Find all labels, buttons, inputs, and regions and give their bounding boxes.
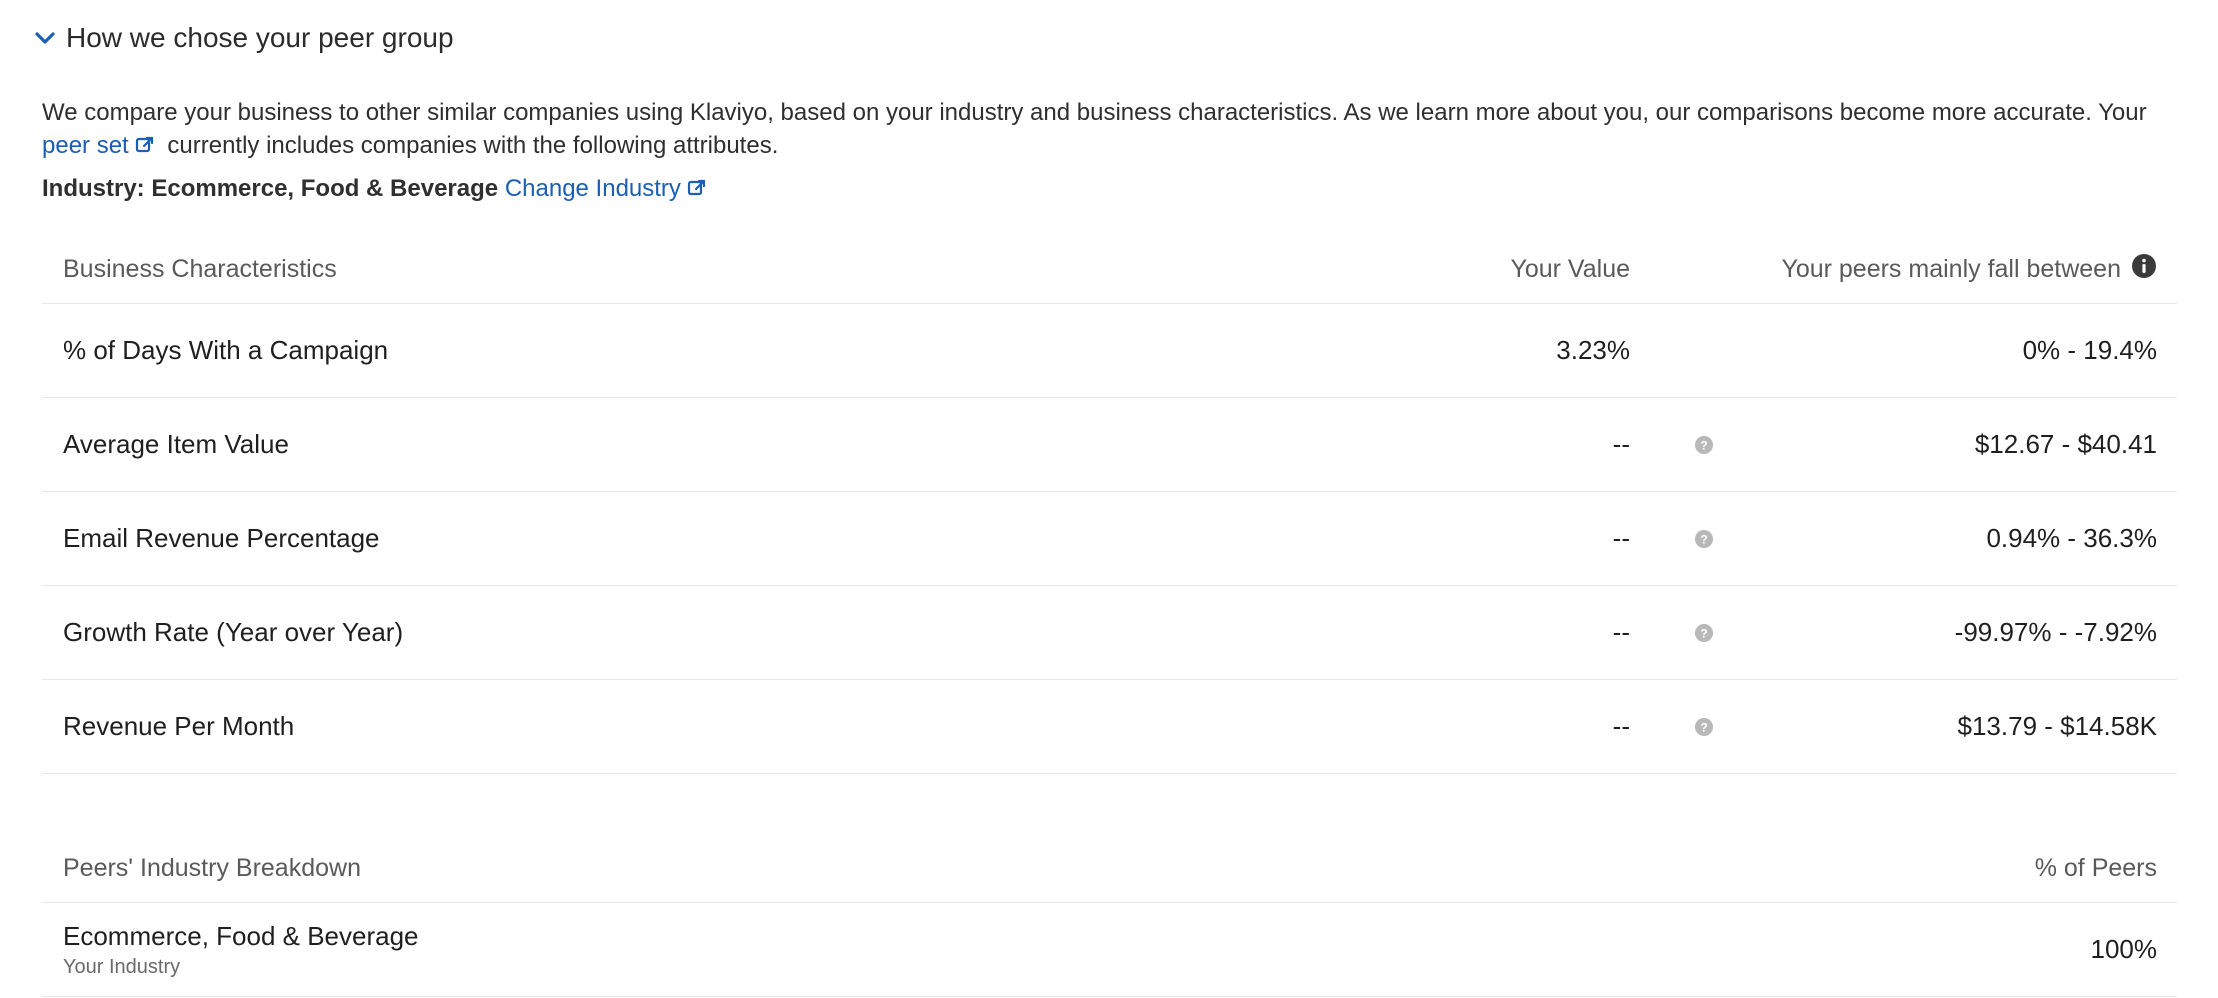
peer-set-link[interactable]: peer set <box>42 132 129 159</box>
table-row: Growth Rate (Year over Year) -- ? -99.97… <box>42 586 2177 680</box>
characteristic-value: -- <box>1612 429 1630 459</box>
table-row: Revenue Per Month -- ? $13.79 - $14.58K <box>42 680 2177 774</box>
table-row: Email Revenue Percentage -- ? 0.94% - 36… <box>42 492 2177 586</box>
external-link-icon[interactable] <box>687 177 707 205</box>
header-industry-breakdown: Peers' Industry Breakdown <box>63 854 361 882</box>
characteristic-value: 3.23% <box>1556 335 1630 365</box>
table-row: Average Item Value -- ? $12.67 - $40.41 <box>42 398 2177 492</box>
characteristic-value: -- <box>1612 617 1630 647</box>
characteristic-name: % of Days With a Campaign <box>63 335 389 365</box>
peer-range: 0% - 19.4% <box>2022 335 2157 365</box>
svg-text:?: ? <box>1700 626 1707 640</box>
table-header: Business Characteristics Your Value Your… <box>42 236 2177 304</box>
table-row: Ecommerce, Food & Beverage Your Industry… <box>42 903 2177 997</box>
industry-name: Ecommerce, Food & Beverage <box>63 920 419 951</box>
table-row: % of Days With a Campaign 3.23% 0% - 19.… <box>42 304 2177 398</box>
info-circle-icon[interactable] <box>2131 253 2157 286</box>
header-your-value: Your Value <box>1510 255 1630 283</box>
characteristic-name: Revenue Per Month <box>63 711 295 741</box>
description-text: We compare your business to other simila… <box>42 99 2147 126</box>
svg-text:?: ? <box>1700 532 1707 546</box>
peer-range: -99.97% - -7.92% <box>1954 617 2157 647</box>
svg-text:?: ? <box>1700 438 1707 452</box>
header-peers-range: Your peers mainly fall between <box>1781 253 2157 286</box>
question-circle-icon[interactable]: ? <box>1694 435 1714 455</box>
chevron-down-icon[interactable] <box>34 27 56 49</box>
question-circle-icon[interactable]: ? <box>1694 529 1714 549</box>
characteristic-value: -- <box>1612 523 1630 553</box>
external-link-icon[interactable] <box>135 131 155 164</box>
peer-group-description: We compare your business to other simila… <box>42 96 2192 164</box>
characteristic-name: Email Revenue Percentage <box>63 523 380 553</box>
characteristic-name: Average Item Value <box>63 429 289 459</box>
svg-text:?: ? <box>1700 720 1707 734</box>
industry-subtext: Your Industry <box>63 955 181 978</box>
section-title: How we chose your peer group <box>66 22 454 53</box>
characteristic-value: -- <box>1612 711 1630 741</box>
business-characteristics-table: Business Characteristics Your Value Your… <box>42 236 2177 774</box>
table-header: Peers' Industry Breakdown % of Peers <box>42 835 2177 903</box>
change-industry-link[interactable]: Change Industry <box>505 175 681 202</box>
industry-line: Industry: Ecommerce, Food & Beverage Cha… <box>42 175 713 205</box>
header-peers-range-label: Your peers mainly fall between <box>1781 255 2121 283</box>
industry-label: Industry: Ecommerce, Food & Beverage <box>42 175 499 202</box>
header-percent-of-peers: % of Peers <box>2034 854 2157 882</box>
peer-group-page: How we chose your peer group We compare … <box>0 0 2218 998</box>
peers-industry-breakdown-table: Peers' Industry Breakdown % of Peers Eco… <box>42 835 2177 997</box>
description-text-end: currently includes companies with the fo… <box>160 132 779 159</box>
peer-range: $12.67 - $40.41 <box>1974 429 2157 459</box>
question-circle-icon[interactable]: ? <box>1694 623 1714 643</box>
characteristic-name: Growth Rate (Year over Year) <box>63 617 404 647</box>
peer-set-link-label: peer set <box>42 132 129 159</box>
peer-group-section-toggle[interactable]: How we chose your peer group <box>34 22 454 54</box>
peer-range: $13.79 - $14.58K <box>1957 711 2158 741</box>
percent-of-peers: 100% <box>2090 934 2158 964</box>
peer-range: 0.94% - 36.3% <box>1986 523 2157 553</box>
question-circle-icon[interactable]: ? <box>1694 717 1714 737</box>
industry-cell: Ecommerce, Food & Beverage Your Industry <box>63 921 2157 979</box>
change-industry-link-label: Change Industry <box>504 175 681 202</box>
